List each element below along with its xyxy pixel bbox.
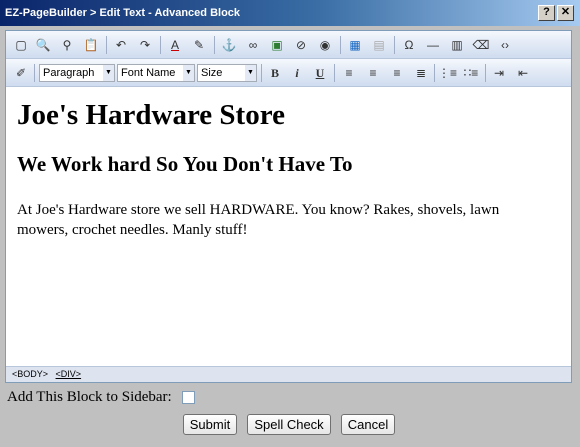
anchor-icon[interactable]: ⚓ [220,36,238,54]
font-name-select[interactable]: Font Name ▼ [117,64,195,82]
toolbar-separator [160,36,161,54]
element-path-bar: <BODY> <DIV> [6,366,571,382]
window-title: EZ-PageBuilder > Edit Text - Advanced Bl… [5,7,241,19]
toolbar-row-1: ▢ 🔍 ⚲ 📋 ↶ ↷ A ✎ ⚓ ∞ ▣ ⊘ ◉ ▦ ▤ Ω — ▥ ⌫ ‹› [6,31,571,59]
toolbar-separator [340,36,341,54]
toolbar-separator [394,36,395,54]
underline-button[interactable]: U [311,64,329,82]
numbered-list-icon[interactable]: ⋮≡ [438,64,457,82]
bullet-list-icon[interactable]: ∷≡ [462,64,480,82]
cancel-button[interactable]: Cancel [341,414,395,435]
flash-icon[interactable]: ⊘ [292,36,310,54]
toolbar-separator [485,64,486,82]
spell-check-button[interactable]: Spell Check [247,414,331,435]
form-icon[interactable]: ▥ [448,36,466,54]
sidebar-label: Add This Block to Sidebar: [7,389,172,405]
bold-button[interactable]: B [266,64,284,82]
size-select-value: Size [201,67,223,79]
text-color-icon[interactable]: A [166,36,184,54]
toolbar-row-2: ✐ Paragraph ▼ Font Name ▼ Size ▼ B i U ≡… [6,59,571,87]
toolbar-separator [34,64,35,82]
toolbar-separator [214,36,215,54]
add-to-sidebar-checkbox[interactable] [182,391,195,404]
italic-button[interactable]: i [288,64,306,82]
toolbar-separator [334,64,335,82]
preview-icon[interactable]: 🔍 [34,36,52,54]
editor-dialog: EZ-PageBuilder > Edit Text - Advanced Bl… [0,0,580,447]
paste-icon[interactable]: 📋 [82,36,100,54]
content-heading-2: We Work hard So You Don't Have To [17,152,353,176]
paragraph-select-value: Paragraph [43,67,95,79]
font-name-select-value: Font Name [121,67,176,79]
media-icon[interactable]: ◉ [316,36,334,54]
indent-icon[interactable]: ⇥ [490,64,508,82]
find-icon[interactable]: ⚲ [58,36,76,54]
toolbar-separator [434,64,435,82]
special-char-icon[interactable]: Ω [400,36,418,54]
help-button[interactable]: ? [538,5,555,21]
content-paragraph: At Joe's Hardware store we sell HARDWARE… [17,202,500,238]
align-center-icon[interactable]: ≡ [364,64,382,82]
image-icon[interactable]: ▣ [268,36,286,54]
submit-button[interactable]: Submit [183,414,237,435]
horizontal-rule-icon[interactable]: — [424,36,442,54]
toolbar-separator [261,64,262,82]
edit-style-icon[interactable]: ✐ [12,64,30,82]
outdent-icon[interactable]: ⇤ [514,64,532,82]
rich-text-editor: ▢ 🔍 ⚲ 📋 ↶ ↷ A ✎ ⚓ ∞ ▣ ⊘ ◉ ▦ ▤ Ω — ▥ ⌫ ‹› [5,30,572,383]
close-button[interactable]: ✕ [557,5,574,21]
table-properties-icon[interactable]: ▤ [370,36,388,54]
code-icon[interactable]: ‹› [496,36,514,54]
align-left-icon[interactable]: ≡ [340,64,358,82]
chevron-down-icon: ▼ [245,65,256,81]
table-icon[interactable]: ▦ [346,36,364,54]
chevron-down-icon: ▼ [103,65,114,81]
redo-icon[interactable]: ↷ [136,36,154,54]
link-icon[interactable]: ∞ [244,36,262,54]
eraser-icon[interactable]: ⌫ [472,36,490,54]
path-body-tag[interactable]: <BODY> [12,369,48,379]
size-select[interactable]: Size ▼ [197,64,257,82]
toolbar-separator [106,36,107,54]
content-heading-1: Joe's Hardware Store [17,99,285,131]
align-right-icon[interactable]: ≡ [388,64,406,82]
highlight-icon[interactable]: ✎ [190,36,208,54]
chevron-down-icon: ▼ [183,65,194,81]
title-bar: EZ-PageBuilder > Edit Text - Advanced Bl… [0,0,580,26]
source-view-icon[interactable]: ▢ [12,36,30,54]
path-div-tag[interactable]: <DIV> [56,369,82,379]
editor-content-area[interactable]: Joe's Hardware Store We Work hard So You… [6,88,571,366]
paragraph-select[interactable]: Paragraph ▼ [39,64,115,82]
align-justify-icon[interactable]: ≣ [412,64,430,82]
undo-icon[interactable]: ↶ [112,36,130,54]
